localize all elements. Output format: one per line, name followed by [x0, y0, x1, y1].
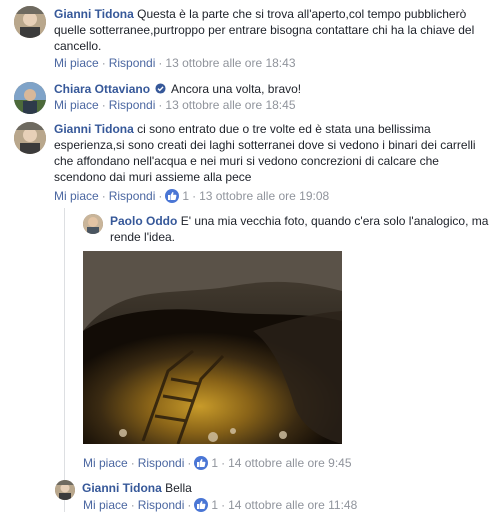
reply-text: Bella: [165, 481, 192, 495]
reply: Gianni Tidona Bella: [82, 480, 492, 496]
like-link[interactable]: Mi piace: [83, 498, 128, 512]
reply-author[interactable]: Gianni Tidona: [82, 481, 162, 495]
comment-actions: Mi piace · Rispondi · 13 ottobre alle ore 18…: [54, 56, 296, 70]
like-link[interactable]: Mi piace: [54, 189, 99, 203]
comment-text: Ancora una volta, bravo!: [171, 82, 302, 96]
reply-link[interactable]: Rispondi: [109, 189, 156, 203]
like-link[interactable]: Mi piace: [54, 98, 99, 112]
like-link[interactable]: Mi piace: [83, 456, 128, 470]
reply-actions: Mi piace · Rispondi · 1 · 14 ottobre alle ore …: [83, 456, 352, 470]
avatar[interactable]: [14, 6, 46, 38]
comment-actions: Mi piace · Rispondi · 13 ottobre alle ore 18…: [54, 98, 296, 112]
comment: Gianni Tidona ci sono entrato due o tre …: [54, 121, 494, 185]
comment: Chiara Ottaviano Ancora una volta, bravo…: [54, 81, 494, 97]
timestamp[interactable]: 14 ottobre alle ore 9:45: [228, 456, 351, 470]
reply-link[interactable]: Rispondi: [138, 498, 185, 512]
avatar[interactable]: [14, 82, 46, 114]
reply-actions: Mi piace · Rispondi · 1 · 14 ottobre alle ore …: [83, 498, 358, 512]
avatar[interactable]: [55, 480, 75, 500]
comment: Gianni Tidona Questa è la parte che si t…: [54, 6, 494, 54]
reply-link[interactable]: Rispondi: [109, 56, 156, 70]
timestamp[interactable]: 13 ottobre alle ore 18:43: [165, 56, 295, 70]
like-thumb-icon[interactable]: [165, 189, 180, 203]
comment-author[interactable]: Gianni Tidona: [54, 122, 134, 136]
avatar[interactable]: [83, 214, 103, 234]
cave-photo[interactable]: [83, 251, 342, 444]
timestamp[interactable]: 13 ottobre alle ore 19:08: [199, 189, 329, 203]
reply-author[interactable]: Paolo Oddo: [110, 214, 177, 228]
avatar[interactable]: [14, 122, 46, 154]
timestamp[interactable]: 14 ottobre alle ore 11:48: [228, 498, 357, 512]
reply: Paolo Oddo E' una mia vecchia foto, quan…: [110, 213, 495, 245]
timestamp[interactable]: 13 ottobre alle ore 18:45: [165, 98, 295, 112]
reply-thread-line: [64, 208, 65, 512]
verified-badge-icon: [155, 83, 166, 94]
reply-link[interactable]: Rispondi: [138, 456, 185, 470]
like-thumb-icon[interactable]: [194, 498, 209, 512]
comment-author[interactable]: Gianni Tidona: [54, 7, 134, 21]
comment-actions: Mi piace · Rispondi · 1 · 13 ottobre alle ore …: [54, 189, 330, 203]
like-thumb-icon[interactable]: [194, 456, 209, 470]
comment-author[interactable]: Chiara Ottaviano: [54, 82, 150, 96]
like-link[interactable]: Mi piace: [54, 56, 99, 70]
reply-link[interactable]: Rispondi: [109, 98, 156, 112]
